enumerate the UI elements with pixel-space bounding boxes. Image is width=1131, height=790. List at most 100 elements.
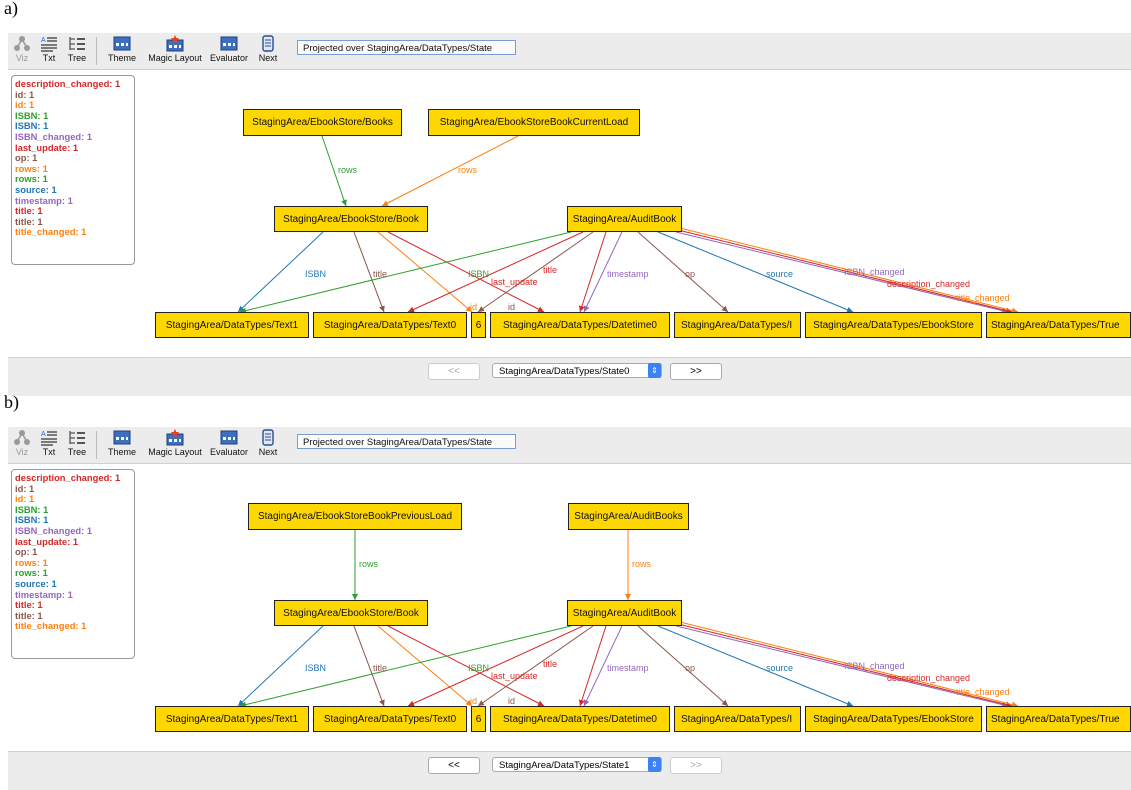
node-text1[interactable]: StagingArea/DataTypes/Text1	[155, 312, 309, 338]
graph-canvas[interactable]: rows rows ISBN title ISBN last_update ti…	[8, 464, 1131, 752]
node-datetime0[interactable]: StagingArea/DataTypes/Datetime0	[490, 706, 670, 732]
txt-button[interactable]: A Txt	[37, 35, 61, 67]
edge-label-id-left: id	[470, 696, 477, 706]
next-button[interactable]: Next	[254, 35, 282, 67]
legend-entry: ISBN_changed: 1	[15, 130, 93, 142]
legend: description_changed: 1 id: 1 id: 1 ISBN: 1I…	[11, 75, 135, 265]
graph-canvas[interactable]: rows rows ISBN title ISBN last_update ti…	[8, 70, 1131, 358]
evaluator-label: Evaluator	[209, 53, 249, 63]
scroll-icon	[262, 429, 274, 446]
txt-label: Txt	[42, 447, 56, 457]
edge-label-isbn-right: ISBN	[468, 663, 489, 673]
edge-label-rows-left: rows	[359, 559, 379, 569]
theme-button[interactable]: Theme	[101, 429, 143, 461]
tree-button[interactable]: Tree	[64, 35, 90, 67]
edge-label-description-changed: description_changed	[887, 673, 970, 683]
state-selector[interactable]: StagingArea/DataTypes/State0 ⇕	[492, 363, 662, 378]
edge-label-rows-left: rows	[338, 165, 358, 175]
chevron-up-down-icon: ⇕	[648, 363, 661, 378]
edge-label-timestamp: timestamp	[607, 269, 649, 279]
evaluator-button[interactable]: Evaluator	[207, 429, 251, 461]
magic-layout-button[interactable]: Magic Layout	[146, 429, 204, 461]
prev-state-button[interactable]: <<	[428, 363, 480, 380]
node-auditbook[interactable]: StagingArea/AuditBook	[567, 206, 682, 232]
tree-icon	[69, 431, 85, 444]
viz-button[interactable]: Viz	[10, 35, 34, 67]
edge-label-title-left: title	[373, 269, 387, 279]
node-int[interactable]: StagingArea/DataTypes/I	[674, 312, 801, 338]
evaluator-icon	[220, 36, 238, 51]
node-ebookstore-book[interactable]: StagingArea/EbookStore/Book	[274, 600, 428, 626]
edge-label-rows-right: rows	[632, 559, 652, 569]
edge-label-title-right: title	[543, 265, 557, 275]
node-ebookstore-type[interactable]: StagingArea/DataTypes/EbookStore	[805, 312, 982, 338]
theme-button[interactable]: Theme	[101, 35, 143, 67]
navigation-bar: << StagingArea/DataTypes/State0 ⇕ >>	[8, 357, 1131, 396]
magic-layout-label: Magic Layout	[148, 53, 202, 63]
projection-field[interactable]: Projected over StagingArea/DataTypes/Sta…	[297, 40, 516, 55]
evaluator-label: Evaluator	[209, 447, 249, 457]
node-text1[interactable]: StagingArea/DataTypes/Text1	[155, 706, 309, 732]
viz-button[interactable]: Viz	[10, 429, 34, 461]
node-six[interactable]: 6	[471, 706, 486, 732]
viz-label: Viz	[15, 447, 29, 457]
theme-label: Theme	[107, 447, 136, 457]
legend-entry: ISBN_changed: 1	[15, 524, 93, 536]
edge-label-op: op	[685, 663, 695, 673]
node-text0[interactable]: StagingArea/DataTypes/Text0	[313, 312, 467, 338]
node-text0[interactable]: StagingArea/DataTypes/Text0	[313, 706, 467, 732]
scroll-icon	[262, 35, 274, 52]
edge-label-title-changed: title_changed	[956, 687, 1010, 697]
tree-icon	[69, 37, 85, 50]
magic-layout-button[interactable]: Magic Layout	[146, 35, 204, 67]
state-selector[interactable]: StagingArea/DataTypes/State1 ⇕	[492, 757, 662, 772]
text-icon: A	[41, 37, 57, 52]
tree-label: Tree	[67, 447, 87, 457]
edge-label-timestamp: timestamp	[607, 663, 649, 673]
tree-label: Tree	[67, 53, 87, 63]
graph-icon	[14, 36, 30, 51]
viewer-window: Viz A Txt Tree Theme Magic Layout Evalua…	[8, 427, 1131, 790]
next-state-button[interactable]: >>	[670, 757, 722, 774]
tree-button[interactable]: Tree	[64, 429, 90, 461]
state-selector-value: StagingArea/DataTypes/State1	[499, 760, 630, 771]
edge-label-description-changed: description_changed	[887, 279, 970, 289]
viz-label: Viz	[15, 53, 29, 63]
panel-label: b)	[4, 392, 19, 412]
navigation-bar: << StagingArea/DataTypes/State1 ⇕ >>	[8, 751, 1131, 790]
node-top-left[interactable]: StagingArea/EbookStoreBookPreviousLoad	[248, 503, 462, 530]
toolbar: Viz A Txt Tree Theme Magic Layout Evalua…	[8, 33, 1131, 70]
node-top-left[interactable]: StagingArea/EbookStore/Books	[243, 109, 402, 136]
edge-label-isbn-changed: ISBN_changed	[844, 267, 905, 277]
edge-rows-right	[381, 135, 519, 207]
node-six[interactable]: 6	[471, 312, 486, 338]
legend: description_changed: 1 id: 1 id: 1 ISBN: 1I…	[11, 469, 135, 659]
evaluator-button[interactable]: Evaluator	[207, 35, 251, 67]
prev-state-button[interactable]: <<	[428, 757, 480, 774]
node-top-right[interactable]: StagingArea/AuditBooks	[568, 503, 689, 530]
node-int[interactable]: StagingArea/DataTypes/I	[674, 706, 801, 732]
edge-label-title-left: title	[373, 663, 387, 673]
node-ebookstore-book[interactable]: StagingArea/EbookStore/Book	[274, 206, 428, 232]
node-top-right[interactable]: StagingArea/EbookStoreBookCurrentLoad	[428, 109, 640, 136]
next-state-button[interactable]: >>	[670, 363, 722, 380]
panel-a: a) Viz A Txt Tree Theme Magic Layout Eva…	[0, 0, 1131, 396]
node-datetime0[interactable]: StagingArea/DataTypes/Datetime0	[490, 312, 670, 338]
edge-id-left	[377, 625, 473, 707]
node-true[interactable]: StagingArea/DataTypes/True	[986, 706, 1131, 732]
edge-label-id-right: id	[508, 696, 515, 706]
edge-label-title-right: title	[543, 659, 557, 669]
edge-id-left	[377, 231, 473, 313]
svg-text:A: A	[41, 37, 46, 44]
node-auditbook[interactable]: StagingArea/AuditBook	[567, 600, 682, 626]
node-true[interactable]: StagingArea/DataTypes/True	[986, 312, 1131, 338]
magic-layout-icon	[166, 429, 184, 446]
projection-field[interactable]: Projected over StagingArea/DataTypes/Sta…	[297, 434, 516, 449]
state-selector-value: StagingArea/DataTypes/State0	[499, 366, 630, 377]
edge-label-isbn-right: ISBN	[468, 269, 489, 279]
txt-button[interactable]: A Txt	[37, 429, 61, 461]
node-ebookstore-type[interactable]: StagingArea/DataTypes/EbookStore	[805, 706, 982, 732]
next-button[interactable]: Next	[254, 429, 282, 461]
legend-entry: title_changed: 1	[15, 620, 87, 632]
edge-title-right	[579, 625, 607, 707]
